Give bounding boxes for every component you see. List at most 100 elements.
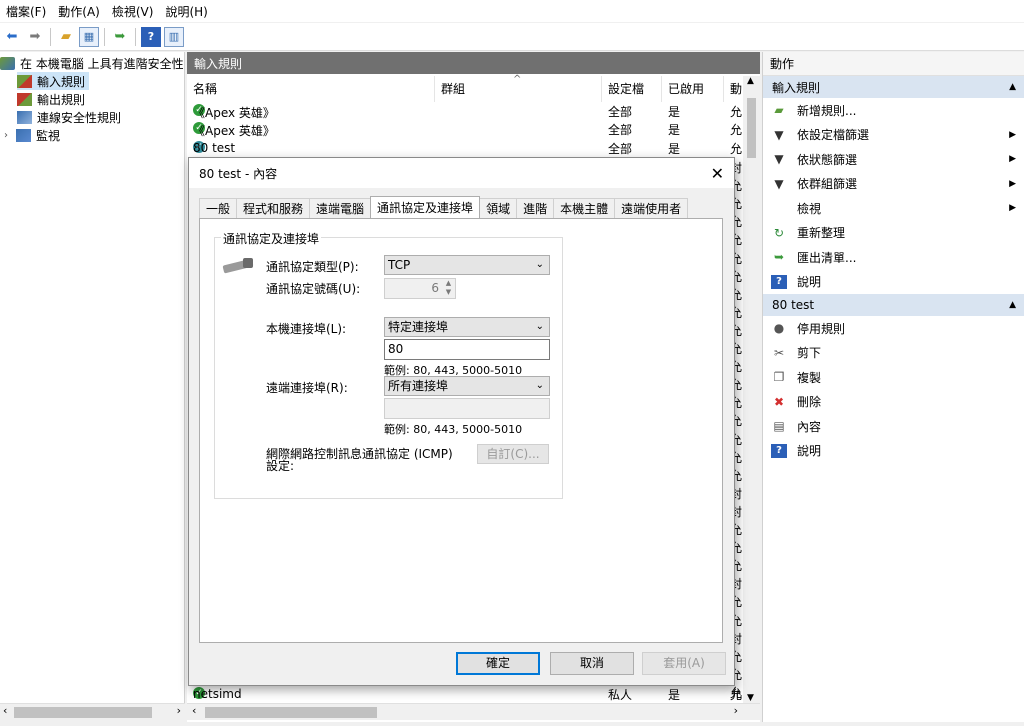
export-list-icon[interactable]: ➥ [110, 27, 130, 47]
table-row[interactable]: ✓ 《Apex 英雄》 全部 是 允 [187, 102, 743, 120]
tree-item-connection-security-rules[interactable]: 連線安全性規則 [17, 108, 121, 126]
action-item[interactable]: ● 停用規則 [763, 316, 1024, 341]
action-item[interactable]: ✖ 刪除 [763, 390, 1024, 415]
collapse-up-icon[interactable]: ▲ [1009, 82, 1016, 92]
action-label: 說明 [797, 444, 822, 459]
tree-item-label: 輸出規則 [37, 92, 86, 107]
toolbar-separator [50, 27, 51, 46]
dialog-title: 80 test - 內容 [199, 166, 278, 181]
action-item[interactable]: 檢視 ▶ [763, 196, 1024, 221]
table-row[interactable]: ✓ netsimd 私人 是 允 [187, 685, 743, 703]
protocol-type-select[interactable]: TCP ⌄ [384, 255, 550, 275]
column-headers: 名稱 群組 ^ 設定檔 已啟用 動 [187, 74, 760, 102]
action-item[interactable]: ▼ 依狀態篩選 ▶ [763, 147, 1024, 172]
customize-button[interactable]: 自訂(C)... [477, 444, 549, 464]
action-item[interactable]: ❐ 複製 [763, 365, 1024, 390]
list-horizontal-scrollbar[interactable]: ‹ › [187, 703, 760, 720]
column-header-name[interactable]: 名稱 [187, 76, 435, 102]
rule-name: 80 test [193, 141, 236, 155]
rule-profile: 私人 [608, 688, 633, 702]
scroll-right-icon[interactable]: › [177, 704, 181, 717]
scroll-thumb[interactable] [14, 707, 152, 718]
tab-protocols-ports[interactable]: 通訊協定及連接埠 [370, 196, 481, 218]
scroll-left-icon[interactable]: ‹ [192, 704, 196, 717]
delete-icon: ✖ [773, 394, 785, 409]
ok-button[interactable]: 確定 [456, 652, 540, 675]
remote-port-select[interactable]: 所有連接埠 ⌄ [384, 376, 550, 396]
scroll-down-icon[interactable]: ▼ [747, 693, 754, 703]
scroll-up-icon[interactable]: ▲ [747, 76, 754, 86]
column-header-enabled[interactable]: 已啟用 [662, 76, 724, 102]
table-row[interactable]: ✓ 《Apex 英雄》 全部 是 允 [187, 120, 743, 138]
menu-view[interactable]: 檢視(V) [106, 3, 160, 20]
apply-button[interactable]: 套用(A) [642, 652, 726, 675]
close-icon[interactable]: ✕ [711, 164, 724, 183]
tab-general[interactable]: 一般 [199, 198, 238, 218]
tree-root[interactable]: 在 本機電腦 上具有進階安全性 [0, 54, 184, 72]
rule-name: 《Apex 英雄》 [193, 124, 275, 138]
action-item[interactable]: ➥ 匯出清單... [763, 245, 1024, 270]
local-port-select[interactable]: 特定連接埠 ⌄ [384, 317, 550, 337]
menu-file[interactable]: 檔案(F) [0, 3, 52, 20]
remote-port-input[interactable] [384, 398, 550, 419]
tree-item-outbound-rules[interactable]: 輸出規則 [17, 90, 85, 108]
tab-scope[interactable]: 領域 [479, 198, 518, 218]
collapse-up-icon[interactable]: ▲ [1009, 300, 1016, 310]
action-label: 檢視 [797, 201, 822, 216]
tree-horizontal-scrollbar[interactable]: ‹ › [0, 703, 185, 720]
list-vertical-scrollbar[interactable]: ▲ ▼ [743, 76, 760, 703]
action-item[interactable]: ↻ 重新整理 [763, 221, 1024, 246]
new-rule-icon: ▰ [774, 103, 784, 118]
actions-list-1: ▰ 新增規則... ▼ 依設定檔篩選 ▶ ▼ 依狀態篩選 ▶ ▼ 依群組篩選 ▶ 檢視 ▶ ↻ 重新整理 ➥ 匯… [763, 98, 1024, 294]
tree-item-inbound-rules[interactable]: 輸入規則 [17, 72, 90, 90]
outbound-rules-icon [17, 92, 32, 106]
expand-chevron-icon[interactable]: › [4, 130, 16, 141]
action-item[interactable]: ✂ 剪下 [763, 341, 1024, 366]
cancel-button[interactable]: 取消 [550, 652, 634, 675]
help-icon[interactable]: ? [141, 26, 161, 47]
action-item[interactable]: ? 說明 [763, 270, 1024, 295]
local-port-input[interactable]: 80 [384, 339, 550, 360]
menu-action[interactable]: 動作(A) [52, 3, 106, 20]
tab-remote-computers[interactable]: 遠端電腦 [309, 198, 372, 218]
actions-section-inbound-rules[interactable]: 輸入規則 ▲ [763, 76, 1024, 98]
menu-help[interactable]: 說明(H) [159, 3, 213, 20]
local-port-value: 特定連接埠 [388, 320, 449, 334]
action-item[interactable]: ▰ 新增規則... [763, 98, 1024, 123]
action-item[interactable]: ? 說明 [763, 439, 1024, 464]
column-header-profile[interactable]: 設定檔 [602, 76, 662, 102]
rule-action: 允 [730, 123, 743, 137]
action-label: 剪下 [797, 346, 822, 361]
toolbar-separator [104, 27, 105, 46]
actions-section-80-test[interactable]: 80 test ▲ [763, 294, 1024, 316]
section-label: 輸入規則 [772, 80, 821, 95]
show-hide-action-pane-icon[interactable]: ▥ [164, 26, 184, 47]
tab-advanced[interactable]: 進階 [516, 198, 555, 218]
tab-strip: 一般 程式和服務 遠端電腦 通訊協定及連接埠 領域 進階 本機主體 遠端使用者 [199, 196, 689, 218]
column-header-action[interactable]: 動 [724, 76, 744, 102]
action-item[interactable]: ▤ 內容 [763, 414, 1024, 439]
tab-remote-users[interactable]: 遠端使用者 [614, 198, 689, 218]
protocol-number-stepper[interactable]: 6 ▲ ▼ [384, 278, 456, 299]
rule-profile: 全部 [608, 123, 633, 137]
rule-profile: 全部 [608, 142, 633, 156]
tab-local-principals[interactable]: 本機主體 [553, 198, 616, 218]
table-row-selected[interactable]: ✓ 80 test 全部 是 允 [187, 139, 743, 157]
scroll-thumb[interactable] [205, 707, 377, 718]
forward-arrow-icon[interactable]: ➡ [25, 27, 45, 47]
scroll-left-icon[interactable]: ‹ [3, 704, 7, 717]
action-item[interactable]: ▼ 依設定檔篩選 ▶ [763, 123, 1024, 148]
remote-port-example: 範例: 80, 443, 5000-5010 [384, 423, 523, 436]
action-item[interactable]: ▼ 依群組篩選 ▶ [763, 172, 1024, 197]
stepper-arrows-icon[interactable]: ▲ ▼ [443, 279, 454, 297]
group-label: 通訊協定及連接埠 [221, 230, 322, 247]
tree-item-monitoring[interactable]: › 監視 [4, 126, 60, 144]
action-label: 停用規則 [797, 321, 846, 336]
scroll-thumb[interactable] [747, 98, 756, 158]
back-arrow-icon[interactable]: ⬅ [2, 27, 22, 47]
up-folder-icon[interactable]: ▰ [56, 27, 76, 47]
scroll-right-icon[interactable]: › [734, 704, 738, 717]
properties-dialog: 80 test - 內容 ✕ 一般 程式和服務 遠端電腦 通訊協定及連接埠 領域… [188, 157, 735, 686]
show-hide-tree-icon[interactable]: ▦ [79, 26, 99, 47]
tab-programs-services[interactable]: 程式和服務 [236, 198, 311, 218]
